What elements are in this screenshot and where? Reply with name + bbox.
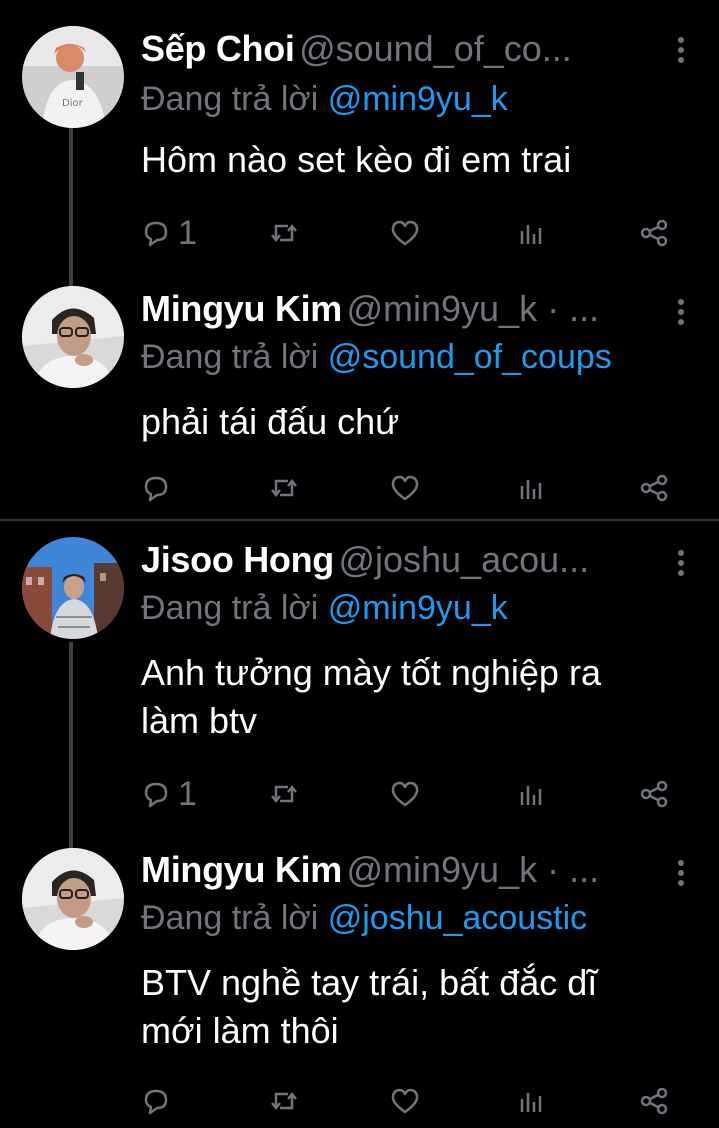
analytics-icon <box>520 480 542 499</box>
tweet-text: BTV nghề tay trái, bất đắc dĩ mới làm th… <box>141 959 701 1055</box>
more-vertical-icon[interactable] <box>669 853 693 893</box>
tweet-text: Anh tưởng mày tốt nghiệp ra làm btv <box>141 649 701 745</box>
user-handle[interactable]: @min9yu_k · ... <box>346 849 599 890</box>
retweet-icon <box>271 1091 297 1111</box>
avatar[interactable] <box>22 848 124 950</box>
action-bar <box>0 1081 719 1121</box>
tweet-text: phải tái đấu chứ <box>141 398 701 446</box>
tweet[interactable]: Mingyu Kim @min9yu_k · ... Đang trả lời … <box>0 270 719 520</box>
tweet-header: Sếp Choi @sound_of_co... <box>141 28 679 72</box>
tweet[interactable]: Mingyu Kim @min9yu_k · ... Đang trả lời … <box>0 831 719 1128</box>
replying-to: Đang trả lời @min9yu_k <box>141 80 508 119</box>
reply-prefix: Đang trả lời <box>141 899 319 937</box>
views-button[interactable] <box>515 468 547 508</box>
reply-icon <box>144 782 168 808</box>
tweet-text-line: phải tái đấu chứ <box>141 401 400 442</box>
reply-prefix: Đang trả lời <box>141 80 319 118</box>
tweet-text: Hôm nào set kèo đi em trai <box>141 136 701 184</box>
avatar[interactable] <box>22 286 124 388</box>
analytics-icon <box>520 786 542 805</box>
more-vertical-icon[interactable] <box>669 292 693 332</box>
reply-button[interactable]: 1 <box>140 213 197 253</box>
avatar[interactable] <box>22 537 124 639</box>
action-bar: 1 <box>0 774 719 814</box>
like-button[interactable] <box>389 1081 421 1121</box>
like-button[interactable] <box>389 774 421 814</box>
tweet-text-line: Anh tưởng mày tốt nghiệp ra <box>141 652 601 693</box>
retweet-button[interactable] <box>268 468 300 508</box>
share-button[interactable] <box>638 774 670 814</box>
views-button[interactable] <box>515 213 547 253</box>
heart-icon <box>391 1088 419 1114</box>
tweet-text-line: mới làm thôi <box>141 1010 339 1051</box>
display-name[interactable]: Mingyu Kim <box>141 288 342 329</box>
views-button[interactable] <box>515 1081 547 1121</box>
share-icon <box>640 1087 668 1115</box>
heart-icon <box>391 475 419 501</box>
replying-to: Đang trả lời @min9yu_k <box>141 589 508 628</box>
share-button[interactable] <box>638 1081 670 1121</box>
retweet-button[interactable] <box>268 213 300 253</box>
analytics-icon <box>520 1093 542 1112</box>
mention-link[interactable]: @sound_of_coups <box>328 338 612 376</box>
heart-icon <box>391 781 419 807</box>
share-icon <box>640 219 668 247</box>
retweet-button[interactable] <box>268 774 300 814</box>
display-name[interactable]: Sếp Choi <box>141 28 295 69</box>
display-name[interactable]: Mingyu Kim <box>141 849 342 890</box>
tweet-text-line: BTV nghề tay trái, bất đắc dĩ <box>141 962 598 1003</box>
reply-icon <box>144 1089 168 1115</box>
views-button[interactable] <box>515 774 547 814</box>
heart-icon <box>391 220 419 246</box>
avatar[interactable]: Dior <box>22 26 124 128</box>
reply-icon <box>144 221 168 247</box>
tweet-header: Jisoo Hong @joshu_acou... <box>141 539 679 583</box>
mention-link[interactable]: @min9yu_k <box>328 589 508 627</box>
retweet-icon <box>271 478 297 498</box>
share-icon <box>640 780 668 808</box>
tweet[interactable]: Dior Sếp Choi @sound_of_co... Đang trả l… <box>0 0 719 270</box>
replying-to: Đang trả lời @joshu_acoustic <box>141 899 587 938</box>
reply-button[interactable] <box>140 468 178 508</box>
like-button[interactable] <box>389 213 421 253</box>
action-bar: 1 <box>0 213 719 253</box>
user-handle[interactable]: @sound_of_co... <box>299 28 572 69</box>
share-button[interactable] <box>638 468 670 508</box>
like-button[interactable] <box>389 468 421 508</box>
tweet-text-line: Hôm nào set kèo đi em trai <box>141 139 572 180</box>
action-bar <box>0 468 719 508</box>
reply-count: 1 <box>178 774 197 813</box>
tweet-header: Mingyu Kim @min9yu_k · ... <box>141 849 679 893</box>
reply-button[interactable]: 1 <box>140 774 197 814</box>
svg-text:Dior: Dior <box>62 98 84 109</box>
reply-prefix: Đang trả lời <box>141 338 319 376</box>
share-icon <box>640 474 668 502</box>
user-handle[interactable]: @min9yu_k · ... <box>346 288 599 329</box>
reply-button[interactable] <box>140 1081 178 1121</box>
share-button[interactable] <box>638 213 670 253</box>
tweet-header: Mingyu Kim @min9yu_k · ... <box>141 288 679 332</box>
mention-link[interactable]: @joshu_acoustic <box>328 899 587 937</box>
reply-prefix: Đang trả lời <box>141 589 319 627</box>
reply-icon <box>144 476 168 502</box>
tweet[interactable]: Jisoo Hong @joshu_acou... Đang trả lời @… <box>0 521 719 831</box>
replying-to: Đang trả lời @sound_of_coups <box>141 338 612 377</box>
tweet-text-line: làm btv <box>141 700 258 741</box>
more-vertical-icon[interactable] <box>669 543 693 583</box>
retweet-icon <box>271 223 297 243</box>
mention-link[interactable]: @min9yu_k <box>328 80 508 118</box>
analytics-icon <box>520 225 542 244</box>
retweet-button[interactable] <box>268 1081 300 1121</box>
more-vertical-icon[interactable] <box>669 30 693 70</box>
reply-count: 1 <box>178 213 197 252</box>
display-name[interactable]: Jisoo Hong <box>141 539 334 580</box>
retweet-icon <box>271 784 297 804</box>
user-handle[interactable]: @joshu_acou... <box>338 539 589 580</box>
